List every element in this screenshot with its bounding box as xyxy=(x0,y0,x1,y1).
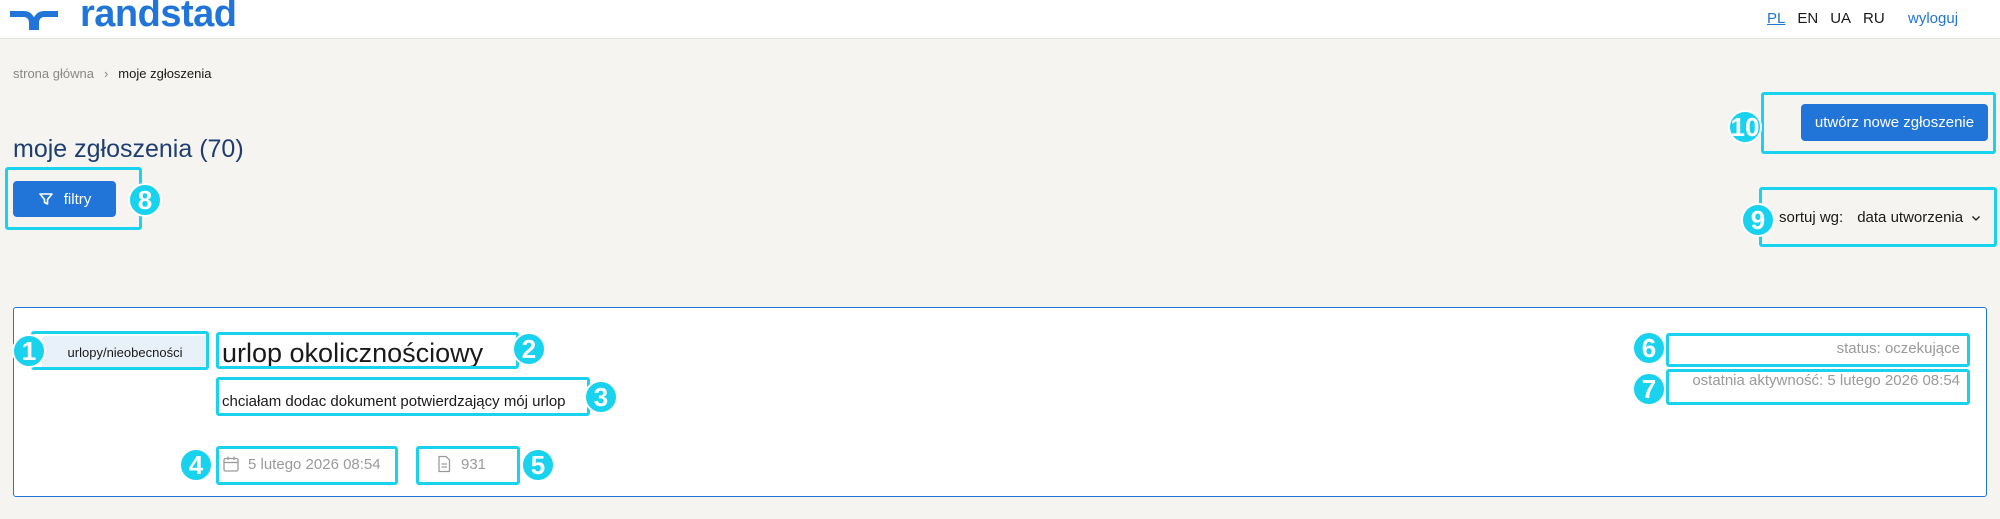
calendar-icon xyxy=(223,456,239,472)
breadcrumb-current: moje zgłoszenia xyxy=(118,66,212,81)
lang-en[interactable]: EN xyxy=(1797,10,1818,27)
page-title: moje zgłoszenia (70) xyxy=(13,134,244,163)
breadcrumb-separator: › xyxy=(103,66,109,81)
randstad-logo-icon xyxy=(10,11,58,30)
request-card[interactable]: urlopy/nieobecności urlop okolicznościow… xyxy=(13,307,1987,497)
lang-ru[interactable]: RU xyxy=(1863,10,1885,27)
last-activity: ostatnia aktywność: 5 lutego 2026 08:54 xyxy=(1692,372,1960,389)
request-id: 931 xyxy=(435,455,486,473)
sort-value: data utworzenia xyxy=(1857,209,1964,226)
logout-link[interactable]: wyloguj xyxy=(1908,10,1958,27)
lang-pl[interactable]: PL xyxy=(1767,10,1785,27)
status-badge: status: oczekujące xyxy=(1836,340,1960,357)
sort-select[interactable]: data utworzenia xyxy=(1857,209,1981,226)
chevron-down-icon xyxy=(1972,215,1981,221)
document-icon xyxy=(438,455,451,473)
annotation-badge-5: 5 xyxy=(521,448,555,482)
annotation-badge-10: 10 xyxy=(1728,110,1762,144)
language-switcher: PL EN UA RU xyxy=(1767,10,1885,27)
breadcrumb-home[interactable]: strona główna xyxy=(13,66,94,81)
sort-control: sortuj wg: data utworzenia xyxy=(1779,209,1981,226)
filters-label: filtry xyxy=(63,190,92,208)
category-tag: urlopy/nieobecności xyxy=(42,336,208,369)
created-date-value: 5 lutego 2026 08:54 xyxy=(248,455,381,473)
request-created-date: 5 lutego 2026 08:54 xyxy=(222,455,381,473)
request-title[interactable]: urlop okolicznościowy xyxy=(222,338,483,369)
annotation-badge-1: 1 xyxy=(12,334,46,368)
annotation-badge-9: 9 xyxy=(1741,203,1775,237)
filter-icon xyxy=(38,193,53,205)
annotation-badge-2: 2 xyxy=(512,332,546,366)
request-id-value: 931 xyxy=(461,455,487,473)
brand-name: randstad xyxy=(80,0,237,35)
randstad-logo[interactable]: randstad xyxy=(8,0,237,35)
sort-label: sortuj wg: xyxy=(1779,209,1844,226)
lang-ua[interactable]: UA xyxy=(1830,10,1851,27)
annotation-badge-7: 7 xyxy=(1632,372,1666,406)
annotation-badge-4: 4 xyxy=(179,448,213,482)
filters-button[interactable]: filtry xyxy=(13,181,116,217)
request-description: chciałam dodac dokument potwierdzający m… xyxy=(222,393,566,410)
annotation-badge-3: 3 xyxy=(584,380,618,414)
top-bar: randstad PL EN UA RU wyloguj xyxy=(0,0,2000,39)
breadcrumb: strona główna › moje zgłoszenia xyxy=(13,66,212,81)
annotation-badge-8: 8 xyxy=(128,183,162,217)
create-request-button[interactable]: utwórz nowe zgłoszenie xyxy=(1801,104,1988,141)
annotation-badge-6: 6 xyxy=(1632,331,1666,365)
